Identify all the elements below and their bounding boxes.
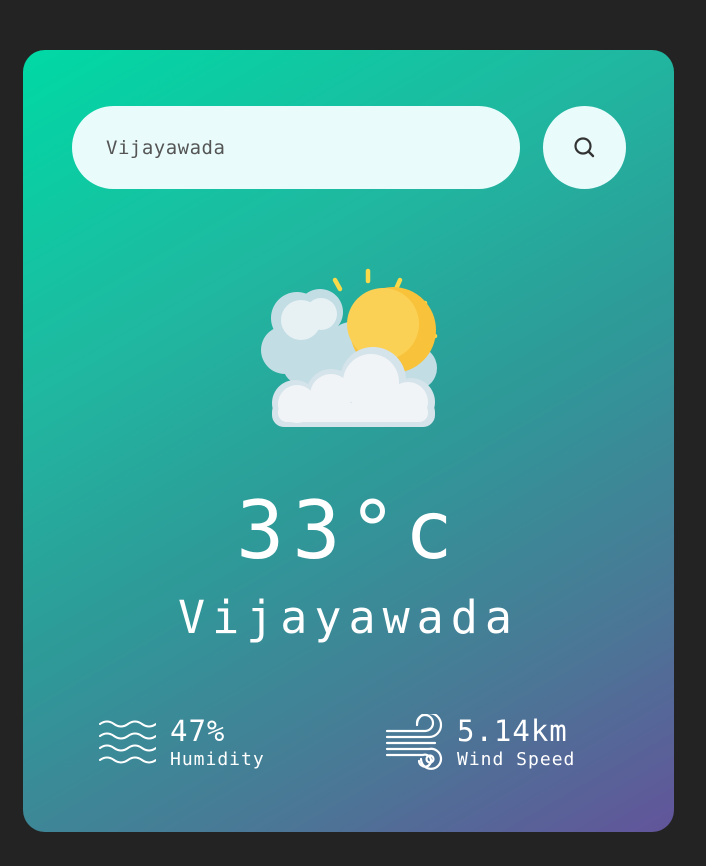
wind-speed-stat: 5.14km Wind Speed <box>385 714 575 772</box>
humidity-label: Humidity <box>170 749 265 770</box>
humidity-value: 47% <box>170 714 226 748</box>
temperature-readout: 33°c <box>236 484 461 577</box>
search-icon <box>573 136 594 157</box>
search-button[interactable] <box>543 106 626 189</box>
humidity-stat: 47% Humidity <box>98 714 265 772</box>
partly-cloudy-sun-icon <box>261 268 438 427</box>
wind-icon <box>385 714 443 770</box>
wind-speed-value: 5.14km <box>457 714 568 748</box>
city-search-input[interactable] <box>72 106 520 189</box>
waves-icon <box>99 720 156 764</box>
city-name: Vijayawada <box>178 591 519 644</box>
weather-card: 33°c Vijayawada 47% Humidity <box>23 50 674 832</box>
wind-speed-label: Wind Speed <box>457 749 576 770</box>
